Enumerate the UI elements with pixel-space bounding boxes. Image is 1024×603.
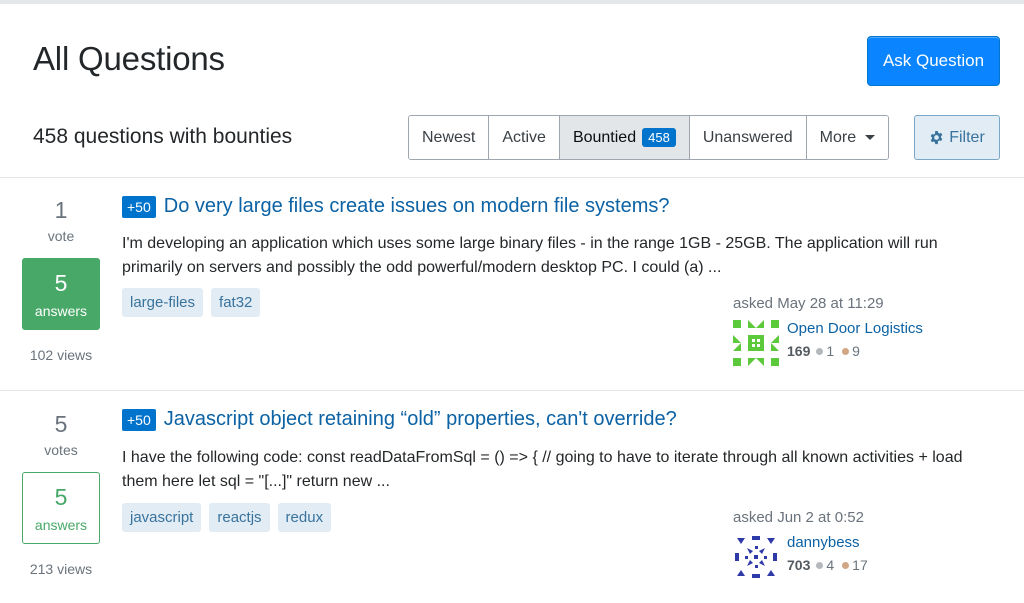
bounty-indicator: +50 — [122, 408, 156, 431]
vote-count: 1 — [54, 197, 68, 223]
answer-label: answers — [34, 302, 88, 319]
top-border — [0, 0, 1024, 4]
question-owner: asked Jun 2 at 0:52 dannybess 703 4 17 — [733, 509, 993, 580]
caret-down-icon — [865, 135, 876, 140]
bronze-badge-icon — [842, 347, 850, 355]
question-divider — [0, 390, 1024, 391]
view-count: 213 views — [29, 561, 93, 577]
answer-label: answers — [34, 516, 88, 533]
list-divider — [0, 177, 1024, 178]
vote-count: 5 — [54, 411, 68, 437]
silver-badge-count: 1 — [826, 343, 835, 359]
tag-list: javascript reactjs redux — [122, 503, 339, 532]
ask-question-button[interactable]: Ask Question — [867, 36, 1000, 86]
vote-label: vote — [47, 228, 75, 244]
question-stats: 5 votes 5 answers 213 views — [22, 411, 100, 577]
bronze-badge-count: 9 — [852, 343, 860, 359]
filter-button[interactable]: Filter — [914, 115, 1000, 160]
user-name-link[interactable]: dannybess — [787, 534, 876, 551]
tab-newest[interactable]: Newest — [409, 116, 490, 159]
silver-badge-count: 4 — [826, 557, 835, 573]
question-count: 458 questions with bounties — [33, 125, 293, 148]
question-title-row: +50 Do very large files create issues on… — [122, 195, 670, 218]
filter-label: Filter — [949, 128, 985, 146]
tag-javascript[interactable]: javascript — [122, 503, 202, 532]
tab-label: More — [819, 128, 857, 146]
answer-count: 5 — [54, 483, 68, 510]
user-avatar[interactable] — [733, 534, 779, 580]
user-avatar[interactable] — [733, 320, 779, 366]
asked-time: asked Jun 2 at 0:52 — [733, 509, 864, 526]
tag-reactjs[interactable]: reactjs — [209, 503, 270, 532]
question-title-link[interactable]: Do very large files create issues on mod… — [164, 195, 670, 218]
silver-badge-icon — [816, 347, 824, 355]
page-title: All Questions — [33, 40, 225, 77]
tab-unanswered[interactable]: Unanswered — [689, 116, 807, 159]
answer-count-box: 5 answers — [22, 472, 100, 544]
tag-fat32[interactable]: fat32 — [211, 288, 261, 317]
user-name-link[interactable]: Open Door Logistics — [787, 320, 923, 337]
question-owner: asked May 28 at 11:29 Open Door Logistic… — [733, 295, 993, 366]
reputation-score: 169 — [787, 343, 811, 359]
tab-label: Newest — [422, 128, 476, 146]
question-title-link[interactable]: Javascript object retaining “old” proper… — [164, 408, 677, 431]
tab-label: Active — [502, 128, 546, 146]
question-stats: 1 vote 5 answers 102 views — [22, 197, 100, 363]
tag-large-files[interactable]: large-files — [122, 288, 204, 317]
reputation-score: 703 — [787, 557, 811, 573]
user-reputation: 169 1 9 — [787, 343, 923, 359]
tab-bountied[interactable]: Bountied 458 — [559, 116, 690, 159]
vote-label: votes — [44, 442, 78, 458]
bounty-indicator: +50 — [122, 195, 156, 218]
silver-badge-icon — [816, 561, 824, 569]
asked-time: asked May 28 at 11:29 — [733, 295, 884, 312]
tab-more[interactable]: More — [806, 116, 889, 159]
question-excerpt: I'm developing an application which uses… — [122, 235, 938, 276]
bronze-badge-icon — [842, 561, 850, 569]
tab-label: Unanswered — [702, 128, 793, 146]
question-title-row: +50 Javascript object retaining “old” pr… — [122, 408, 677, 431]
answer-count: 5 — [54, 269, 68, 296]
tag-redux[interactable]: redux — [277, 503, 332, 532]
sort-tabs: Newest Active Bountied 458 Unanswered Mor… — [408, 115, 890, 160]
question-excerpt: I have the following code: const readDat… — [122, 449, 963, 490]
user-reputation: 703 4 17 — [787, 557, 876, 573]
bounty-count-badge: 458 — [642, 128, 676, 147]
gear-icon — [930, 130, 943, 145]
tab-label: Bountied — [572, 128, 637, 146]
tab-active[interactable]: Active — [489, 116, 560, 159]
bronze-badge-count: 17 — [852, 557, 868, 573]
answer-count-box: 5 answers — [22, 258, 100, 330]
tag-list: large-files fat32 — [122, 288, 268, 317]
view-count: 102 views — [29, 347, 93, 363]
